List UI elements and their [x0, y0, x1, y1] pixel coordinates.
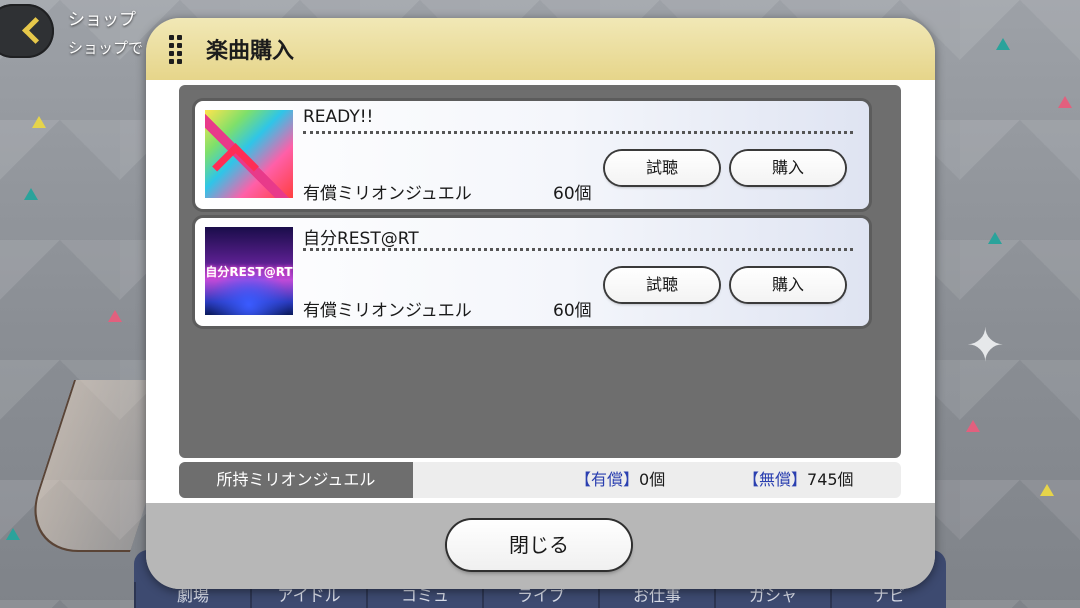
price: 60個	[553, 184, 592, 204]
divider	[303, 248, 853, 251]
back-button[interactable]	[0, 4, 54, 58]
paid-jewel-count: 【有償】0個	[575, 462, 665, 498]
buy-button[interactable]: 購入	[731, 151, 845, 185]
sparkle-icon: ✦	[966, 318, 1005, 372]
song-item: 自分REST@RT 自分REST@RT 有償ミリオンジュエル 60個 試聴 購入	[195, 218, 869, 326]
paid-tag: 【有償】	[575, 470, 640, 489]
decor-triangle	[1058, 96, 1072, 108]
currency-label: 有償ミリオンジュエル	[303, 301, 472, 321]
currency-label: 有償ミリオンジュエル	[303, 184, 472, 204]
preview-button[interactable]: 試聴	[605, 151, 719, 185]
free-jewel-count: 【無償】745個	[743, 462, 854, 498]
dialog-footer: 閉じる	[146, 503, 935, 589]
page-title: ショップ	[68, 10, 136, 30]
song-name: 自分REST@RT	[303, 229, 419, 249]
decor-triangle	[32, 116, 46, 128]
preview-button[interactable]: 試聴	[605, 268, 719, 302]
free-value: 745個	[807, 470, 854, 489]
jewel-balance-bar: 所持ミリオンジュエル 【有償】0個 【無償】745個	[179, 462, 901, 498]
dialog-body: READY!! 有償ミリオンジュエル 60個 試聴 購入 自分REST@RT 自…	[146, 80, 935, 503]
dialog-header: 楽曲購入	[146, 18, 935, 80]
free-tag: 【無償】	[743, 470, 808, 489]
decor-triangle	[988, 232, 1002, 244]
jewel-balance-label: 所持ミリオンジュエル	[179, 462, 413, 498]
divider	[303, 131, 853, 134]
song-jacket-image: 自分REST@RT	[205, 227, 293, 315]
close-button[interactable]: 閉じる	[447, 520, 631, 570]
decor-triangle	[966, 420, 980, 432]
decor-triangle	[6, 528, 20, 540]
dialog-title: 楽曲購入	[206, 39, 295, 64]
paid-value: 0個	[639, 470, 666, 489]
page-subtitle: ショップで	[68, 39, 144, 57]
grip-icon	[169, 35, 183, 65]
song-jacket-image	[205, 110, 293, 198]
decor-triangle	[1040, 484, 1054, 496]
song-list[interactable]: READY!! 有償ミリオンジュエル 60個 試聴 購入 自分REST@RT 自…	[179, 85, 901, 458]
decor-triangle	[24, 188, 38, 200]
song-item: READY!! 有償ミリオンジュエル 60個 試聴 購入	[195, 101, 869, 209]
song-purchase-dialog: 楽曲購入 READY!! 有償ミリオンジュエル 60個 試聴 購入 自分REST…	[146, 18, 935, 589]
chevron-left-icon	[18, 18, 44, 44]
decor-triangle	[108, 310, 122, 322]
jacket-logo-text: 自分REST@RT	[205, 265, 293, 279]
song-name: READY!!	[303, 107, 374, 127]
decor-triangle	[996, 38, 1010, 50]
buy-button[interactable]: 購入	[731, 268, 845, 302]
price: 60個	[553, 301, 592, 321]
